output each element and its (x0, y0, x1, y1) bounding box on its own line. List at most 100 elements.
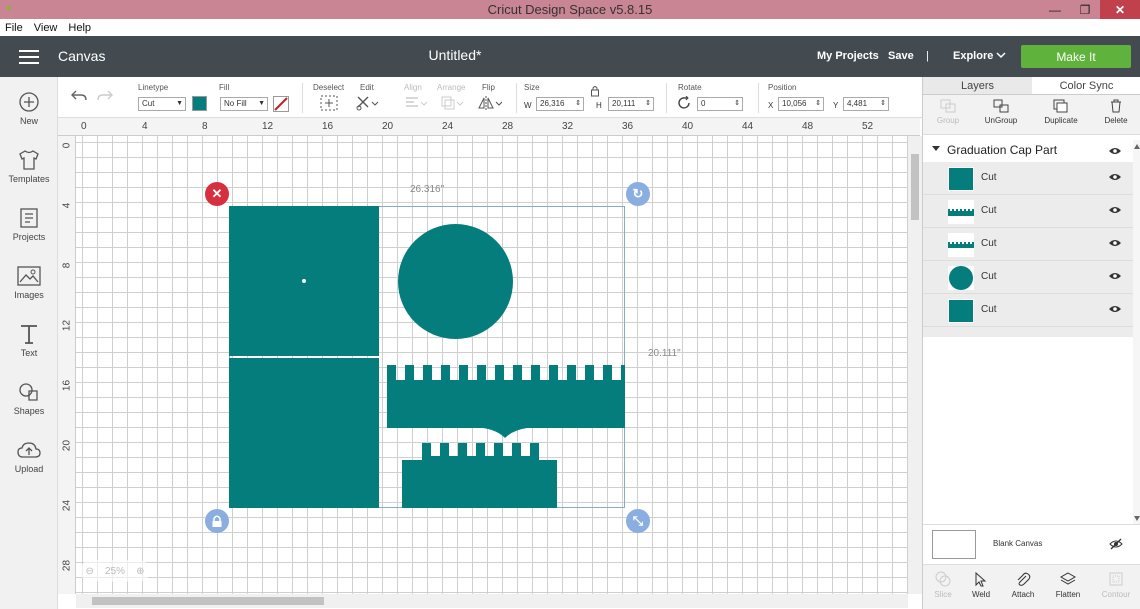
layer-row[interactable]: Cut (923, 195, 1133, 228)
layers-panel: Layers Color Sync Group UnGroup Duplicat… (922, 77, 1140, 609)
layer-row[interactable]: Cut (923, 162, 1133, 195)
ruler-tick: 20 (61, 439, 73, 452)
close-icon[interactable]: ✕ (1100, 0, 1140, 19)
layer-group-name: Graduation Cap Part (947, 143, 1058, 157)
sidebar-item-projects[interactable]: Projects (0, 207, 58, 242)
ruler-tick: 24 (442, 121, 454, 132)
delete-handle-icon[interactable]: ✕ (205, 182, 229, 206)
visibility-eye-icon[interactable] (1109, 272, 1121, 280)
explore-dropdown[interactable]: Explore (953, 50, 993, 62)
sidebar-item-new[interactable]: New (0, 91, 58, 126)
collapse-triangle-icon[interactable] (932, 146, 940, 152)
minimize-icon[interactable]: — (1040, 0, 1070, 19)
sidebar-item-templates[interactable]: Templates (0, 149, 58, 184)
zoom-out-icon[interactable]: ⊖ (86, 566, 94, 577)
cap-base-shape[interactable] (402, 442, 558, 508)
sidebar-item-shapes[interactable]: Shapes (0, 381, 58, 416)
ungroup-icon (993, 99, 1009, 113)
menu-bar: File View Help (0, 19, 1140, 36)
header-divider: | (926, 50, 929, 62)
height-input[interactable]: 20,111 ⇕ (608, 97, 654, 111)
align-icon[interactable] (404, 95, 428, 111)
zoom-in-icon[interactable]: ⊕ (136, 566, 144, 577)
duplicate-label: Duplicate (1044, 116, 1078, 125)
attach-label: Attach (1011, 590, 1035, 599)
visibility-eye-icon[interactable] (1109, 239, 1121, 247)
layer-row[interactable]: Cut (923, 228, 1133, 261)
visibility-eye-icon[interactable] (1109, 147, 1121, 155)
position-y-input[interactable]: 4,481 ⇕ (843, 97, 889, 111)
ruler-tick: 40 (682, 121, 694, 132)
no-fill-swatch-icon[interactable] (273, 96, 289, 112)
undo-icon[interactable] (70, 89, 88, 103)
contour-icon (1109, 572, 1123, 586)
layer-row[interactable]: Cut (923, 261, 1133, 294)
flip-icon[interactable] (478, 95, 502, 111)
slice-icon (935, 571, 951, 587)
duplicate-button[interactable]: Duplicate (1036, 99, 1086, 125)
ruler-tick: 32 (562, 121, 574, 132)
tab-color-sync[interactable]: Color Sync (1032, 77, 1140, 94)
group-button[interactable]: Group (923, 99, 973, 125)
cloud-upload-icon (17, 442, 41, 458)
ruler-tick: 12 (61, 319, 73, 332)
delete-button[interactable]: Delete (1091, 99, 1140, 125)
ungroup-button[interactable]: UnGroup (976, 99, 1026, 125)
sidebar-item-upload[interactable]: Upload (0, 439, 58, 474)
canvas-horizontal-scrollbar[interactable] (76, 594, 908, 608)
canvas-vertical-scrollbar[interactable] (908, 136, 922, 594)
arrange-icon[interactable] (440, 95, 464, 111)
menu-help[interactable]: Help (68, 22, 91, 34)
redo-icon[interactable] (96, 89, 114, 103)
visibility-eye-icon[interactable] (1109, 173, 1121, 181)
layer-row[interactable]: Cut (923, 294, 1133, 327)
layer-thumbnail (948, 167, 974, 191)
save-link[interactable]: Save (888, 50, 914, 62)
deselect-icon[interactable] (320, 95, 338, 111)
cap-band-shape[interactable] (387, 362, 626, 444)
blank-canvas-swatch[interactable] (932, 530, 976, 559)
design-canvas[interactable]: 26.316" 20.111" ✕ ↻ ⤡ (76, 136, 908, 594)
attach-button[interactable]: Attach (998, 571, 1048, 599)
rotate-handle-icon[interactable]: ↻ (626, 182, 650, 206)
rotate-input[interactable]: 0 ⇕ (697, 97, 743, 111)
tab-layers[interactable]: Layers (923, 77, 1032, 94)
square-bottom-shape[interactable] (229, 358, 379, 508)
lock-proportions-icon[interactable] (590, 85, 600, 97)
ruler-tick: 20 (382, 121, 394, 132)
layers-scrollbar[interactable] (1133, 140, 1140, 525)
ruler-tick: 48 (802, 121, 814, 132)
contour-button[interactable]: Contour (1091, 571, 1140, 599)
layer-actions-bar: Slice Weld Attach Flatten Contour (923, 564, 1140, 609)
flatten-button[interactable]: Flatten (1043, 571, 1093, 599)
menu-view[interactable]: View (34, 22, 58, 34)
circle-shape[interactable] (398, 224, 513, 339)
rotate-icon (678, 96, 690, 109)
menu-file[interactable]: File (5, 22, 23, 34)
position-x-input[interactable]: 10,056 ⇕ (778, 97, 824, 111)
visibility-eye-icon[interactable] (1109, 305, 1121, 313)
width-input[interactable]: 26,316 ⇕ (536, 97, 584, 111)
layer-group-header[interactable]: Graduation Cap Part (923, 140, 1133, 162)
layer-list: Cut Cut Cut Cut Cut (923, 162, 1133, 337)
center-dot (302, 279, 306, 283)
fill-select[interactable]: No Fill ▼ (220, 97, 268, 111)
my-projects-link[interactable]: My Projects (817, 50, 879, 62)
restore-icon[interactable]: ❐ (1070, 0, 1100, 19)
make-it-button[interactable]: Make It (1021, 45, 1131, 68)
edit-scissors-icon[interactable] (356, 95, 380, 111)
sidebar-label-new: New (19, 116, 38, 126)
linetype-color-swatch[interactable] (192, 96, 207, 111)
linetype-value: Cut (142, 99, 155, 108)
blank-canvas-row[interactable]: Blank Canvas (923, 524, 1140, 564)
sidebar-item-text[interactable]: Text (0, 323, 58, 358)
sidebar-item-images[interactable]: Images (0, 265, 58, 300)
linetype-select[interactable]: Cut ▼ (138, 97, 186, 111)
zoom-control[interactable]: ⊖ 25% ⊕ (80, 560, 150, 582)
visibility-eye-icon[interactable] (1109, 206, 1121, 214)
lock-handle-icon[interactable] (205, 509, 229, 533)
text-t-icon (21, 325, 37, 344)
window-titlebar: ✦ Cricut Design Space v5.8.15 — ❐ ✕ (0, 0, 1140, 19)
resize-handle-icon[interactable]: ⤡ (626, 509, 650, 533)
hidden-eye-icon[interactable] (1109, 538, 1123, 550)
